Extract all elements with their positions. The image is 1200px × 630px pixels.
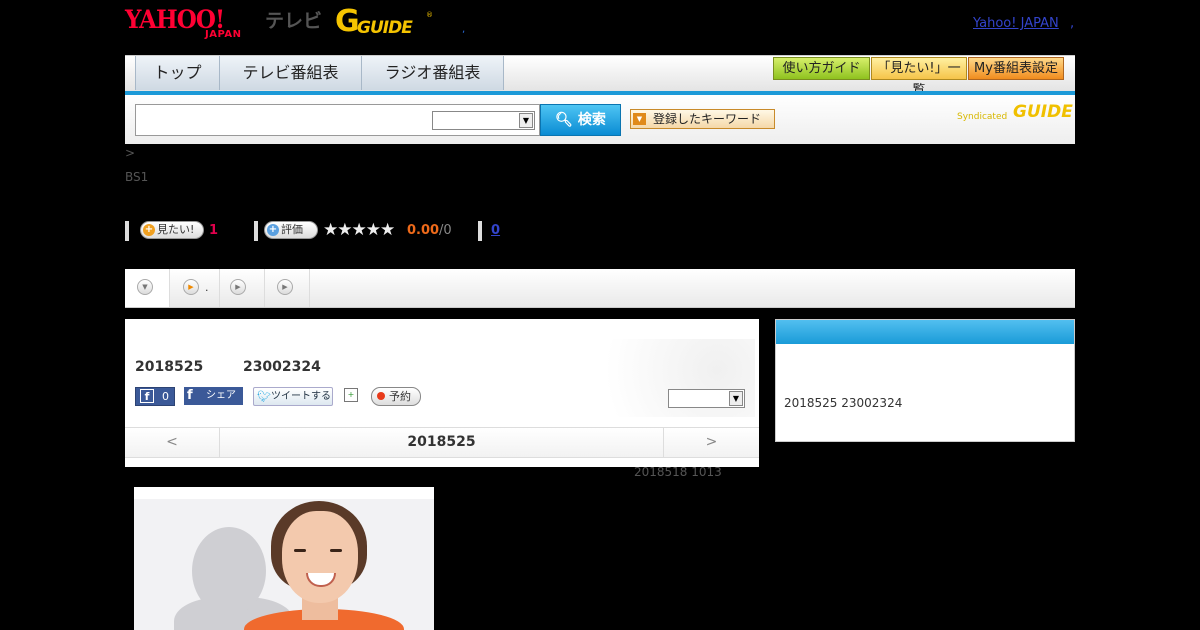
subtab-2-label: .	[205, 281, 209, 294]
date-navigator: < 2018525 >	[125, 427, 759, 458]
syndicated-gguide-logo: GUIDE	[1013, 102, 1073, 122]
calendar-add-icon[interactable]: +	[344, 388, 358, 402]
gguide-g: G	[335, 4, 360, 39]
saved-keywords-button[interactable]: ▼ 登録したキーワード	[630, 109, 775, 129]
divider-bar	[125, 221, 129, 241]
rating-count: /0	[439, 223, 452, 238]
registered-mark: ®	[426, 11, 433, 19]
program-select[interactable]: ▼	[668, 389, 745, 408]
average-score: 0.00	[407, 223, 440, 238]
gguide-logo[interactable]: G GUIDE ®	[335, 5, 435, 41]
subtab-4[interactable]: ▶	[265, 269, 310, 307]
rate-button[interactable]: + 評価	[264, 221, 318, 239]
want-to-watch-label: 見たい!	[157, 223, 195, 236]
side-panel: 2018525 23002324	[775, 319, 1075, 442]
facebook-icon: f	[187, 388, 193, 403]
station-name: BS1	[125, 170, 149, 184]
search-icon: 🔍︎	[555, 112, 573, 128]
japan-logo-text: JAPAN	[205, 29, 242, 40]
facebook-share-button[interactable]: f シェア	[184, 387, 243, 405]
program-date: 2018525	[135, 359, 204, 375]
syndicated-label: Syndicated	[957, 112, 1008, 122]
tv-label: テレビ	[265, 10, 323, 32]
divider-bar	[478, 221, 482, 241]
photo-top-band	[134, 487, 434, 499]
tab-tv-listings[interactable]: テレビ番組表	[219, 56, 362, 90]
search-button[interactable]: 🔍︎ 検索	[540, 104, 621, 136]
detail-tabs: ▼ ▶ . ▶ ▶	[125, 269, 1075, 308]
next-date-button[interactable]: >	[663, 428, 759, 457]
want-list-button[interactable]: 「見たい!」一覧	[871, 57, 967, 98]
search-bar: ▼ 🔍︎ 検索 ▼ 登録したキーワード Syndicated GUIDE	[125, 95, 1075, 144]
my-listings-button[interactable]: My番組表設定	[968, 57, 1064, 80]
photo-eye-right	[330, 549, 342, 552]
triangle-down-icon: ▼	[633, 113, 646, 125]
want-count: 1	[209, 223, 219, 238]
header-right-separator: ,	[1070, 16, 1075, 31]
saved-keywords-label: 登録したキーワード	[653, 112, 762, 126]
yahoo-logo[interactable]: YAHOO! JAPAN	[125, 5, 265, 41]
subtab-1[interactable]: ▼	[125, 269, 170, 307]
chevron-down-icon: ▼	[729, 391, 743, 406]
photo-shadow-head	[192, 527, 266, 615]
tweet-button[interactable]: 🐦︎ ツイートする	[253, 387, 333, 406]
divider-bar	[254, 221, 258, 241]
guide-button[interactable]: 使い方ガイド	[773, 57, 870, 80]
gguide-text: GUIDE	[357, 18, 413, 38]
facebook-like-button[interactable]: f 0	[135, 387, 175, 406]
reserve-label: 予約	[389, 390, 411, 403]
facebook-icon: f	[140, 389, 154, 403]
review-count-link[interactable]: 0	[491, 223, 500, 238]
twitter-bird-icon: 🐦︎	[257, 390, 271, 403]
play-icon: ▶	[230, 279, 246, 295]
facebook-like-count: 0	[162, 390, 169, 403]
photo-eye-left	[294, 549, 306, 552]
play-icon: ▶	[183, 279, 199, 295]
play-icon: ▶	[277, 279, 293, 295]
side-panel-datetime: 2018525 23002324	[784, 396, 903, 410]
plus-icon: +	[267, 224, 279, 236]
global-nav: トップ テレビ番組表 ラジオ番組表 使い方ガイド 「見たい!」一覧 My番組表設…	[125, 55, 1075, 98]
prev-date-button[interactable]: <	[125, 428, 220, 457]
subtab-2[interactable]: ▶ .	[170, 269, 220, 307]
program-time: 23002324	[242, 359, 321, 375]
breadcrumb: >	[125, 146, 136, 160]
want-to-watch-button[interactable]: + 見たい!	[140, 221, 204, 239]
chevron-down-icon: ▼	[519, 113, 533, 128]
record-dot-icon	[377, 392, 385, 400]
search-category-select[interactable]: ▼	[432, 111, 535, 130]
current-date: 2018525	[407, 434, 476, 450]
tweet-label: ツイートする	[271, 391, 331, 402]
search-button-label: 検索	[577, 112, 606, 128]
subtab-3[interactable]: ▶	[220, 269, 265, 307]
star-rating-icon: ★★★★★	[323, 220, 395, 240]
tab-top[interactable]: トップ	[135, 56, 220, 90]
reserve-button[interactable]: 予約	[371, 387, 421, 406]
program-photo	[134, 487, 434, 630]
photo-face	[282, 511, 358, 603]
rate-label: 評価	[281, 223, 303, 236]
facebook-share-label: シェア	[206, 390, 236, 401]
header-separator: ,	[462, 24, 466, 35]
program-panel: 2018525 23002324 f 0 f シェア 🐦︎ ツイートする + 予…	[125, 319, 759, 467]
plus-icon: +	[143, 224, 155, 236]
chevron-down-icon: ▼	[137, 279, 153, 295]
side-panel-header	[776, 320, 1074, 344]
tab-radio-listings[interactable]: ラジオ番組表	[361, 56, 504, 90]
yahoo-japan-link[interactable]: Yahoo! JAPAN	[973, 16, 1059, 31]
program-datetime: 2018525 23002324	[135, 359, 321, 375]
updated-timestamp: 2018518 1013	[634, 465, 722, 479]
